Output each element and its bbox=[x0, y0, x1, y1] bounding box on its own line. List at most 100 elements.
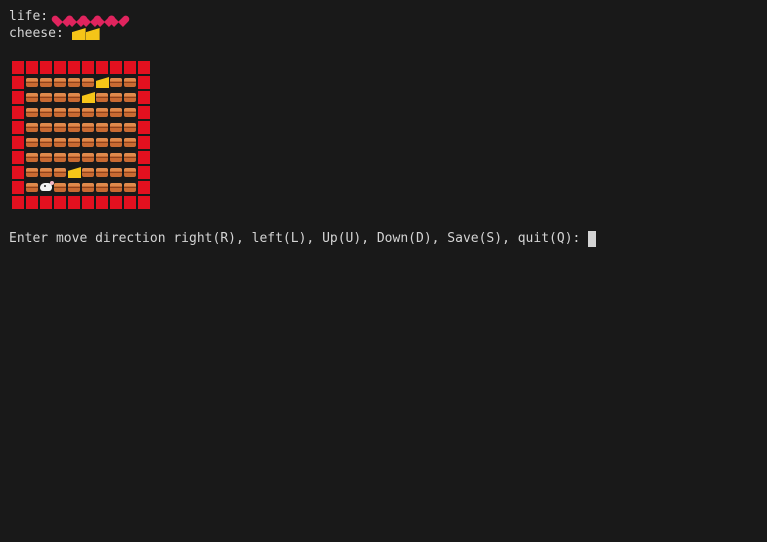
brick-tile bbox=[25, 165, 39, 180]
brick-tile bbox=[25, 75, 39, 90]
wall-tile bbox=[25, 195, 39, 210]
brick-icon bbox=[110, 108, 122, 117]
terminal-window: life: cheese: Enter move direction right… bbox=[0, 0, 767, 542]
brick-tile bbox=[39, 150, 53, 165]
wall-tile bbox=[137, 90, 151, 105]
cheese-icon bbox=[82, 92, 95, 103]
wall-tile bbox=[123, 195, 137, 210]
cheese-tile bbox=[67, 165, 81, 180]
brick-tile bbox=[95, 165, 109, 180]
brick-icon bbox=[110, 78, 122, 87]
command-prompt[interactable]: Enter move direction right(R), left(L), … bbox=[9, 230, 597, 248]
wall-tile bbox=[95, 195, 109, 210]
brick-icon bbox=[26, 93, 38, 102]
life-label: life: bbox=[9, 9, 49, 24]
brick-tile bbox=[53, 105, 67, 120]
brick-icon bbox=[40, 138, 52, 147]
cheese-label: cheese: bbox=[9, 26, 64, 41]
wall-tile bbox=[137, 135, 151, 150]
wall-tile bbox=[137, 105, 151, 120]
brick-icon bbox=[40, 108, 52, 117]
prompt-text: Enter move direction right(R), left(L), … bbox=[9, 231, 581, 246]
brick-icon bbox=[26, 138, 38, 147]
brick-icon bbox=[96, 108, 108, 117]
brick-icon bbox=[124, 168, 136, 177]
brick-icon bbox=[110, 123, 122, 132]
brick-tile bbox=[67, 75, 81, 90]
wall-tile bbox=[109, 60, 123, 75]
brick-icon bbox=[26, 168, 38, 177]
brick-tile bbox=[95, 135, 109, 150]
brick-tile bbox=[109, 180, 123, 195]
wall-tile bbox=[137, 150, 151, 165]
brick-tile bbox=[123, 75, 137, 90]
brick-tile bbox=[123, 105, 137, 120]
brick-tile bbox=[95, 90, 109, 105]
brick-tile bbox=[123, 180, 137, 195]
brick-tile bbox=[109, 165, 123, 180]
brick-tile bbox=[123, 165, 137, 180]
cheese-tile bbox=[95, 75, 109, 90]
brick-icon bbox=[68, 153, 80, 162]
cheese-row: cheese: bbox=[9, 25, 100, 43]
brick-icon bbox=[54, 138, 66, 147]
game-board bbox=[11, 60, 151, 210]
brick-icon bbox=[82, 108, 94, 117]
brick-icon bbox=[124, 183, 136, 192]
brick-icon bbox=[26, 183, 38, 192]
wall-tile bbox=[11, 195, 25, 210]
brick-icon bbox=[54, 168, 66, 177]
brick-icon bbox=[96, 168, 108, 177]
brick-icon bbox=[124, 123, 136, 132]
brick-icon bbox=[68, 123, 80, 132]
brick-icon bbox=[54, 183, 66, 192]
brick-tile bbox=[109, 150, 123, 165]
brick-icon bbox=[68, 93, 80, 102]
brick-tile bbox=[67, 150, 81, 165]
brick-icon bbox=[40, 168, 52, 177]
brick-icon bbox=[26, 78, 38, 87]
brick-tile bbox=[123, 120, 137, 135]
brick-tile bbox=[25, 90, 39, 105]
brick-tile bbox=[39, 120, 53, 135]
mouse-icon bbox=[40, 181, 54, 191]
brick-icon bbox=[124, 138, 136, 147]
wall-tile bbox=[137, 180, 151, 195]
wall-tile bbox=[25, 60, 39, 75]
brick-tile bbox=[53, 135, 67, 150]
brick-icon bbox=[110, 93, 122, 102]
wall-tile bbox=[11, 60, 25, 75]
brick-tile bbox=[81, 105, 95, 120]
wall-tile bbox=[81, 195, 95, 210]
cheese-icon bbox=[68, 167, 81, 178]
wall-tile bbox=[95, 60, 109, 75]
brick-icon bbox=[82, 183, 94, 192]
wall-tile bbox=[137, 120, 151, 135]
brick-tile bbox=[67, 135, 81, 150]
brick-tile bbox=[53, 75, 67, 90]
brick-tile bbox=[81, 180, 95, 195]
wall-tile bbox=[137, 60, 151, 75]
brick-tile bbox=[53, 90, 67, 105]
brick-icon bbox=[26, 153, 38, 162]
brick-tile bbox=[25, 120, 39, 135]
cheese-icon bbox=[85, 28, 100, 40]
brick-icon bbox=[96, 93, 108, 102]
wall-tile bbox=[67, 195, 81, 210]
brick-icon bbox=[110, 183, 122, 192]
text-cursor[interactable] bbox=[588, 231, 597, 247]
brick-tile bbox=[109, 135, 123, 150]
wall-tile bbox=[81, 60, 95, 75]
brick-tile bbox=[109, 105, 123, 120]
wall-tile bbox=[11, 105, 25, 120]
cheese-icon bbox=[96, 77, 109, 88]
wall-tile bbox=[53, 195, 67, 210]
brick-icon bbox=[40, 153, 52, 162]
brick-icon bbox=[40, 123, 52, 132]
brick-icon bbox=[82, 153, 94, 162]
wall-tile bbox=[11, 150, 25, 165]
brick-tile bbox=[39, 90, 53, 105]
wall-tile bbox=[11, 165, 25, 180]
brick-tile bbox=[39, 105, 53, 120]
brick-icon bbox=[54, 78, 66, 87]
